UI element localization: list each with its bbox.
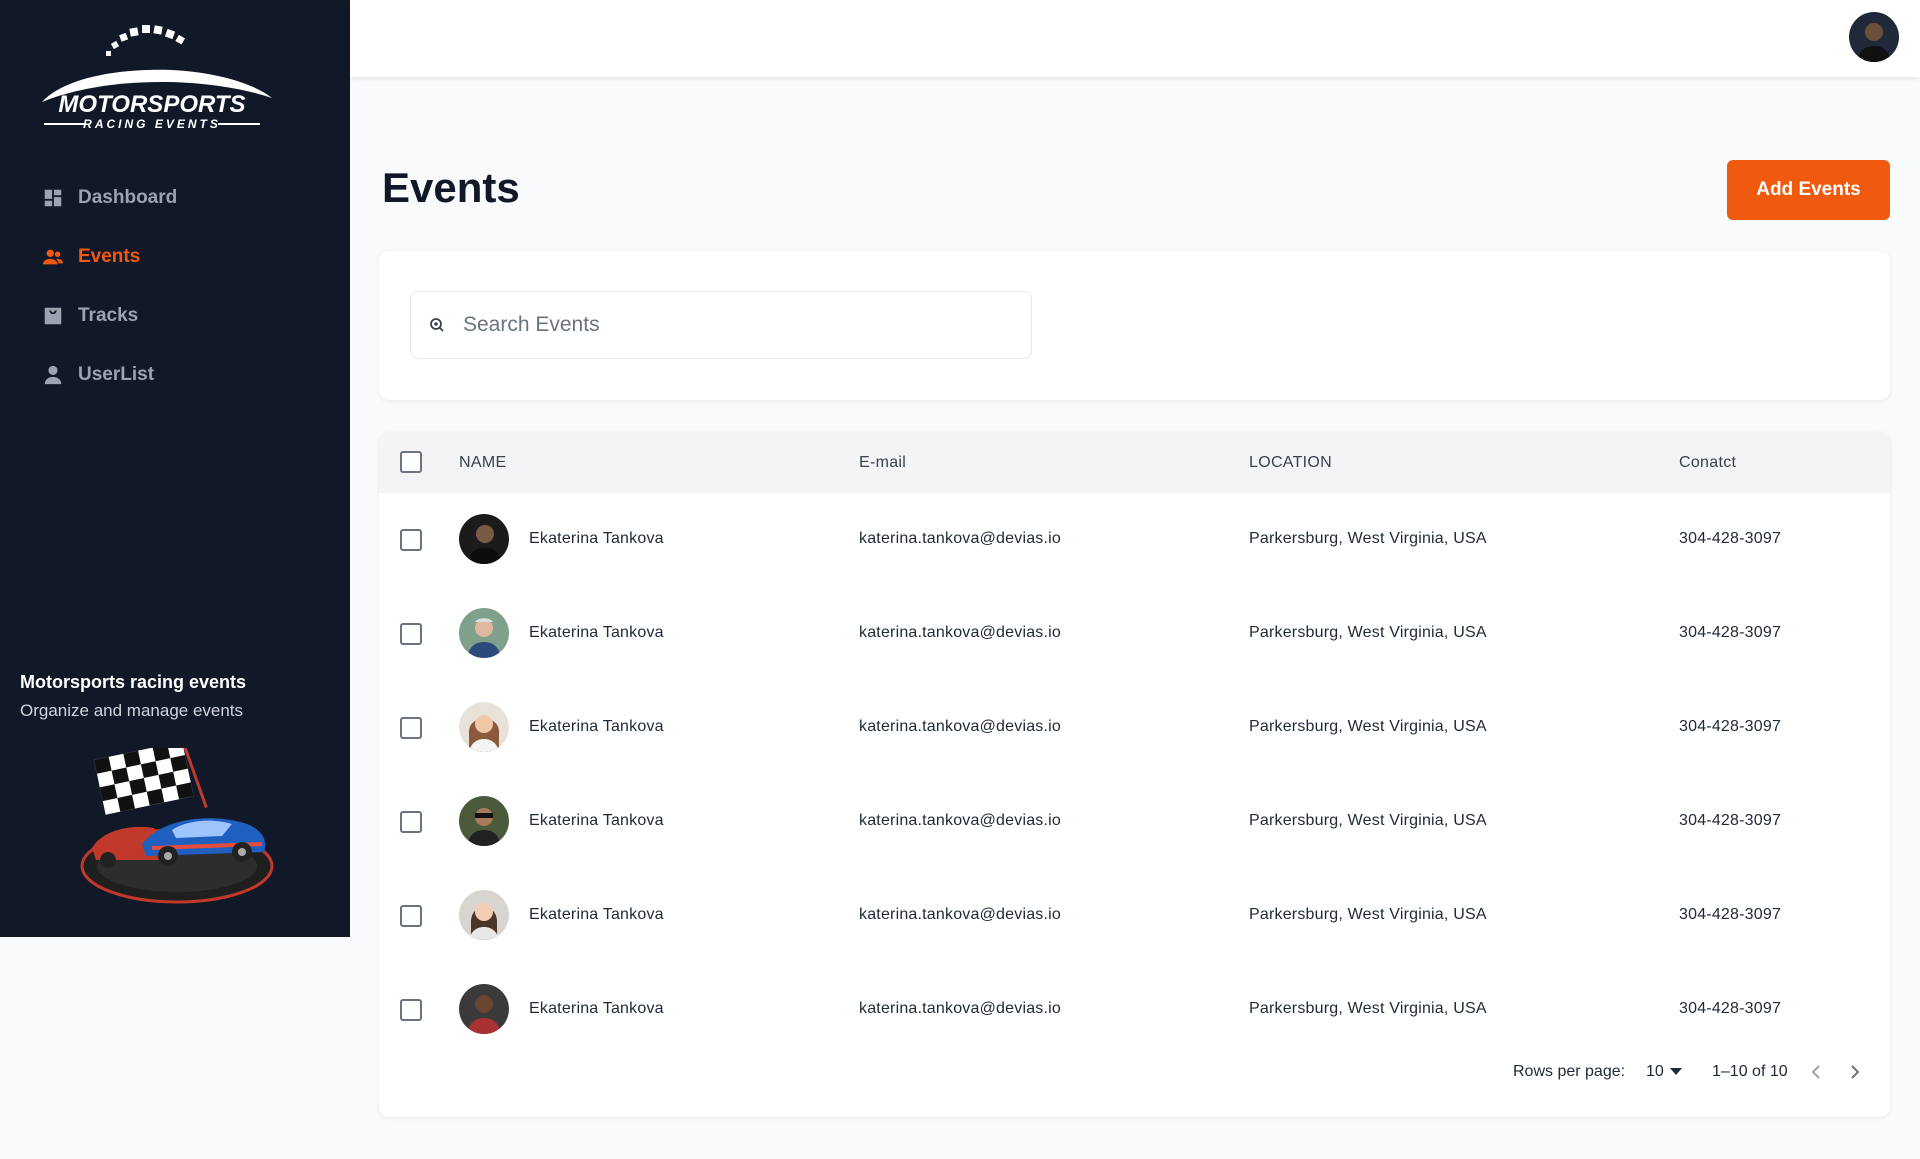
cell-contact: 304-428-3097: [1679, 718, 1782, 735]
cell-email: katerina.tankova@devias.io: [859, 624, 1061, 641]
column-header-location[interactable]: LOCATION: [1249, 454, 1332, 472]
cell-name: Ekaterina Tankova: [529, 812, 664, 829]
cell-contact: 304-428-3097: [1679, 530, 1782, 547]
promo-subtitle: Organize and manage events: [20, 701, 244, 720]
cell-contact: 304-428-3097: [1679, 812, 1782, 829]
cell-location: Parkersburg, West Virginia, USA: [1249, 1000, 1487, 1017]
cell-email: katerina.tankova@devias.io: [859, 718, 1061, 735]
sidebar-item-label: Tracks: [78, 304, 139, 326]
cell-location: Parkersburg, West Virginia, USA: [1249, 906, 1487, 923]
person-icon: [44, 365, 62, 384]
search-icon: [430, 318, 444, 332]
racing-car-illustration: [80, 748, 274, 904]
previous-page-button[interactable]: [1803, 1059, 1829, 1085]
search-box[interactable]: [410, 291, 1032, 359]
cell-contact: 304-428-3097: [1679, 624, 1782, 641]
table-row[interactable]: Ekaterina Tankova katerina.tankova@devia…: [379, 493, 1890, 587]
cell-location: Parkersburg, West Virginia, USA: [1249, 530, 1487, 547]
table-row[interactable]: Ekaterina Tankova katerina.tankova@devia…: [379, 869, 1890, 963]
cell-location: Parkersburg, West Virginia, USA: [1249, 812, 1487, 829]
next-page-button[interactable]: [1842, 1059, 1868, 1085]
column-header-name[interactable]: NAME: [459, 454, 506, 472]
search-input[interactable]: [461, 312, 1005, 338]
cell-name: Ekaterina Tankova: [529, 718, 664, 735]
row-checkbox[interactable]: [400, 905, 422, 927]
sidebar-item-label: UserList: [78, 363, 155, 385]
cell-email: katerina.tankova@devias.io: [859, 812, 1061, 829]
cell-contact: 304-428-3097: [1679, 1000, 1782, 1017]
svg-text:MOTORSPORTS: MOTORSPORTS: [58, 91, 245, 118]
events-table: NAME E-mail LOCATION Conatct Ekaterina T…: [379, 432, 1890, 1117]
table-row[interactable]: Ekaterina Tankova katerina.tankova@devia…: [379, 775, 1890, 869]
sidebar-item-tracks[interactable]: Tracks: [42, 286, 177, 345]
sidebar-nav: Dashboard Events Tracks UserList: [42, 168, 177, 404]
sidebar-item-label: Dashboard: [78, 186, 178, 208]
people-icon: [42, 249, 64, 264]
cell-name: Ekaterina Tankova: [529, 624, 664, 641]
avatar-image: [1849, 12, 1899, 62]
avatar: [459, 796, 509, 846]
cell-name: Ekaterina Tankova: [529, 1000, 664, 1017]
topbar: [350, 0, 1920, 77]
sidebar-item-userlist[interactable]: UserList: [42, 345, 177, 404]
column-header-contact[interactable]: Conatct: [1679, 454, 1736, 472]
motorsports-logo[interactable]: MOTORSPORTS RACING EVENTS: [22, 20, 282, 138]
table-row[interactable]: Ekaterina Tankova katerina.tankova@devia…: [379, 587, 1890, 681]
chevron-right-icon: [1851, 1065, 1860, 1079]
avatar: [459, 514, 509, 564]
rows-per-page-select[interactable]: 10: [1646, 1063, 1682, 1081]
cell-name: Ekaterina Tankova: [529, 906, 664, 923]
add-events-button[interactable]: Add Events: [1727, 160, 1890, 220]
dashboard-icon: [44, 189, 62, 206]
avatar: [459, 702, 509, 752]
cell-name: Ekaterina Tankova: [529, 530, 664, 547]
row-checkbox[interactable]: [400, 811, 422, 833]
row-checkbox[interactable]: [400, 529, 422, 551]
pagination: Rows per page: 10 1–10 of 10: [379, 1059, 1890, 1089]
svg-text:RACING EVENTS: RACING EVENTS: [83, 117, 221, 131]
row-checkbox[interactable]: [400, 623, 422, 645]
avatar: [459, 890, 509, 940]
sidebar-item-label: Events: [78, 245, 141, 267]
cell-email: katerina.tankova@devias.io: [859, 906, 1061, 923]
avatar: [459, 984, 509, 1034]
rows-per-page-label: Rows per page:: [1513, 1063, 1626, 1080]
row-checkbox[interactable]: [400, 999, 422, 1021]
page-title: Events: [382, 164, 520, 211]
search-card: [379, 251, 1890, 400]
cell-location: Parkersburg, West Virginia, USA: [1249, 624, 1487, 641]
rows-per-page-value: 10: [1646, 1063, 1664, 1080]
table-row[interactable]: Ekaterina Tankova katerina.tankova@devia…: [379, 681, 1890, 775]
cell-email: katerina.tankova@devias.io: [859, 1000, 1061, 1017]
pagination-range: 1–10 of 10: [1712, 1063, 1788, 1080]
cell-location: Parkersburg, West Virginia, USA: [1249, 718, 1487, 735]
promo-title: Motorsports racing events: [20, 672, 247, 692]
sidebar-item-dashboard[interactable]: Dashboard: [42, 168, 177, 227]
cell-email: katerina.tankova@devias.io: [859, 530, 1061, 547]
caret-down-icon: [1669, 1068, 1682, 1075]
table-row[interactable]: Ekaterina Tankova katerina.tankova@devia…: [379, 963, 1890, 1057]
chevron-left-icon: [1811, 1065, 1820, 1079]
column-header-email[interactable]: E-mail: [859, 454, 906, 472]
row-checkbox[interactable]: [400, 717, 422, 739]
cell-contact: 304-428-3097: [1679, 906, 1782, 923]
sidebar-item-events[interactable]: Events: [42, 227, 177, 286]
table-header: NAME E-mail LOCATION Conatct: [379, 432, 1890, 493]
user-avatar[interactable]: [1849, 12, 1899, 62]
avatar: [459, 608, 509, 658]
sidebar: MOTORSPORTS RACING EVENTS Dashboard Even…: [0, 0, 350, 937]
bag-icon: [44, 307, 62, 324]
select-all-checkbox[interactable]: [400, 451, 422, 473]
